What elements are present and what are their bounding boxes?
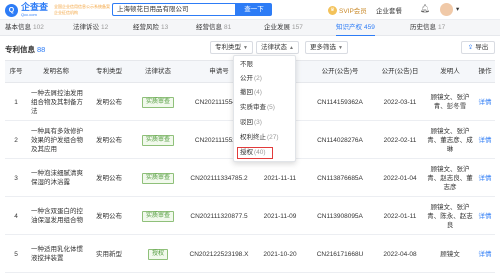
row-app-date: 2021-11-11: [263, 174, 297, 182]
dropdown-item-published[interactable]: 公开(2): [234, 73, 297, 85]
status-badge: 实质审查: [141, 172, 174, 184]
row-type: 发明公布: [96, 174, 122, 182]
avatar[interactable]: [440, 3, 453, 16]
row-inventor: 顾镜文: [440, 250, 460, 258]
row-title[interactable]: 一种含双蛋白的控油保湿发用组合物: [31, 197, 83, 235]
row-pub-no: CN114159362A: [317, 98, 363, 106]
user-menu-icon[interactable]: ▾: [456, 5, 459, 13]
table-row: 5 一种适用乳化体惯液搅拌装置 实用新型 授权 CN202122523198.X…: [5, 235, 495, 273]
export-icon: ⇪: [467, 44, 474, 51]
header-title: 发明名称: [43, 68, 69, 75]
tab-history[interactable]: 历史信息 17: [410, 20, 445, 36]
slogan: 全国企业信用信息公示系统备案企业征信机构: [54, 4, 110, 15]
dropdown-item-all[interactable]: 不限: [234, 59, 297, 71]
table-row: 4 一种含双蛋白的控油保湿发用组合物 发明公布 实质审查 CN202111320…: [5, 197, 495, 235]
tab-legal[interactable]: 法律诉讼 12: [73, 20, 108, 36]
row-type: 实用新型: [96, 250, 122, 258]
row-pub-date: 2022-04-08: [383, 250, 417, 258]
row-detail-link[interactable]: 详情: [475, 121, 495, 159]
dropdown-item-withdrawn[interactable]: 撤回(4): [234, 87, 297, 99]
logo-icon: Q: [5, 3, 18, 17]
row-type: 发明公布: [96, 212, 122, 220]
row-pub-no: CN114028276A: [317, 136, 363, 144]
row-no: 5: [14, 250, 18, 258]
row-app-date: 2021-11-09: [263, 212, 297, 220]
row-app-no: CN202122523198.X: [189, 250, 249, 258]
header-pub-date: 公开(公告)日: [381, 68, 419, 75]
firm-package-link[interactable]: 企业套餐: [376, 5, 402, 15]
bell-icon[interactable]: 🔔︎: [420, 4, 430, 14]
search-button[interactable]: 查一下: [236, 3, 272, 16]
dropdown-item-rejected[interactable]: 驳回(3): [234, 117, 297, 129]
logo-domain: Qcc.com: [21, 12, 37, 17]
more-filters[interactable]: 更多筛选 ▼: [305, 41, 348, 54]
dropdown-item-granted[interactable]: 授权(40): [237, 147, 273, 159]
status-badge: 实质审查: [141, 96, 174, 108]
svip-label: SVIP会员: [339, 8, 367, 15]
header-pub-no: 公开(公告)号: [321, 68, 359, 75]
chevron-down-icon: ▼: [338, 45, 343, 51]
row-app-no: CN202111320877.5: [190, 212, 248, 220]
tab-ip[interactable]: 知识产权 459: [336, 20, 375, 36]
tab-development[interactable]: 企业发展 157: [264, 20, 303, 36]
search-input[interactable]: 上海顿花日用品有限公司: [112, 3, 236, 16]
svip-link[interactable]: ♛ SVIP会员: [328, 5, 367, 15]
logo-name: 企查查: [21, 2, 49, 12]
patent-type-filter[interactable]: 专利类型 ▼: [210, 41, 253, 54]
row-title[interactable]: 一种具有多效修护效果的护发组合物及其应用: [31, 121, 83, 159]
row-type: 发明公布: [96, 136, 122, 144]
status-badge: 授权: [147, 248, 168, 260]
tab-risk[interactable]: 经营风险 13: [133, 20, 168, 36]
row-no: 2: [14, 136, 18, 144]
chevron-up-icon: ▲: [289, 45, 294, 51]
row-inventor: 顾镜文、张沪青、陈永、赵志良: [427, 203, 473, 229]
export-button[interactable]: ⇪ 导出: [461, 41, 495, 54]
row-pub-date: 2022-01-04: [383, 174, 417, 182]
header-inventor: 发明人: [440, 68, 460, 75]
row-detail-link[interactable]: 详情: [475, 197, 495, 235]
header-type: 专利类型: [96, 68, 122, 75]
legal-status-filter[interactable]: 法律状态 ▲: [256, 41, 299, 54]
header-no: 序号: [9, 68, 23, 75]
row-inventor: 顾镜文、张沪青、彭冬雪: [430, 94, 470, 110]
crown-icon: ♛: [328, 5, 337, 15]
row-title[interactable]: 一种去屑控油发用组合物及其制备方法: [31, 83, 83, 121]
logo[interactable]: Q 企查查 Qcc.com: [5, 3, 48, 17]
dropdown-item-terminated[interactable]: 权利终止(27): [234, 132, 297, 144]
row-pub-date: 2022-03-11: [383, 98, 417, 106]
header-action: 操作: [478, 68, 492, 75]
row-title[interactable]: 一种泡沫细腻清爽保湿的沐浴露: [31, 159, 83, 197]
table-row: 3 一种泡沫细腻清爽保湿的沐浴露 发明公布 实质审查 CN20211133478…: [5, 159, 495, 197]
row-inventor: 顾镜文、张沪青、赵志良、董志彦: [427, 165, 473, 191]
row-app-date: 2021-10-20: [263, 250, 297, 258]
status-badge: 实质审查: [141, 210, 174, 222]
row-pub-no: CN216171668U: [316, 250, 364, 258]
row-type: 发明公布: [96, 98, 122, 106]
status-badge: 实质审查: [141, 134, 174, 146]
row-pub-date: 2022-01-11: [383, 212, 417, 220]
row-detail-link[interactable]: 详情: [475, 235, 495, 273]
tab-bar: 基本信息 102 法律诉讼 12 经营风险 13 经营信息 81 企业发展 157 知识产…: [0, 20, 500, 36]
top-bar: Q 企查查 Qcc.com 全国企业信用信息公示系统备案企业征信机构 上海顿花日…: [0, 0, 500, 20]
row-no: 3: [14, 174, 18, 182]
tab-basic-info[interactable]: 基本信息 102: [5, 20, 44, 36]
section-title: 专利信息 88: [5, 45, 46, 54]
row-pub-no: CN113876685A: [317, 174, 363, 182]
row-no: 1: [14, 98, 18, 106]
row-no: 4: [14, 212, 18, 220]
dropdown-item-examination[interactable]: 实质审查(5): [234, 102, 297, 114]
legal-status-dropdown: 不限 公开(2) 撤回(4) 实质审查(5) 驳回(3) 权利终止(27) 授权…: [233, 55, 296, 162]
row-detail-link[interactable]: 详情: [475, 83, 495, 121]
chevron-down-icon: ▼: [243, 45, 248, 51]
row-app-no: CN202111334785.2: [190, 174, 248, 182]
header-status: 法律状态: [145, 68, 171, 75]
row-detail-link[interactable]: 详情: [475, 159, 495, 197]
tab-business[interactable]: 经营信息 81: [196, 20, 231, 36]
row-pub-date: 2022-02-11: [383, 136, 417, 144]
row-title[interactable]: 一种适用乳化体惯液搅拌装置: [31, 235, 83, 273]
row-pub-no: CN113908095A: [317, 212, 363, 220]
row-inventor: 顾镜文、张沪青、董志彦、成琳: [427, 127, 473, 153]
